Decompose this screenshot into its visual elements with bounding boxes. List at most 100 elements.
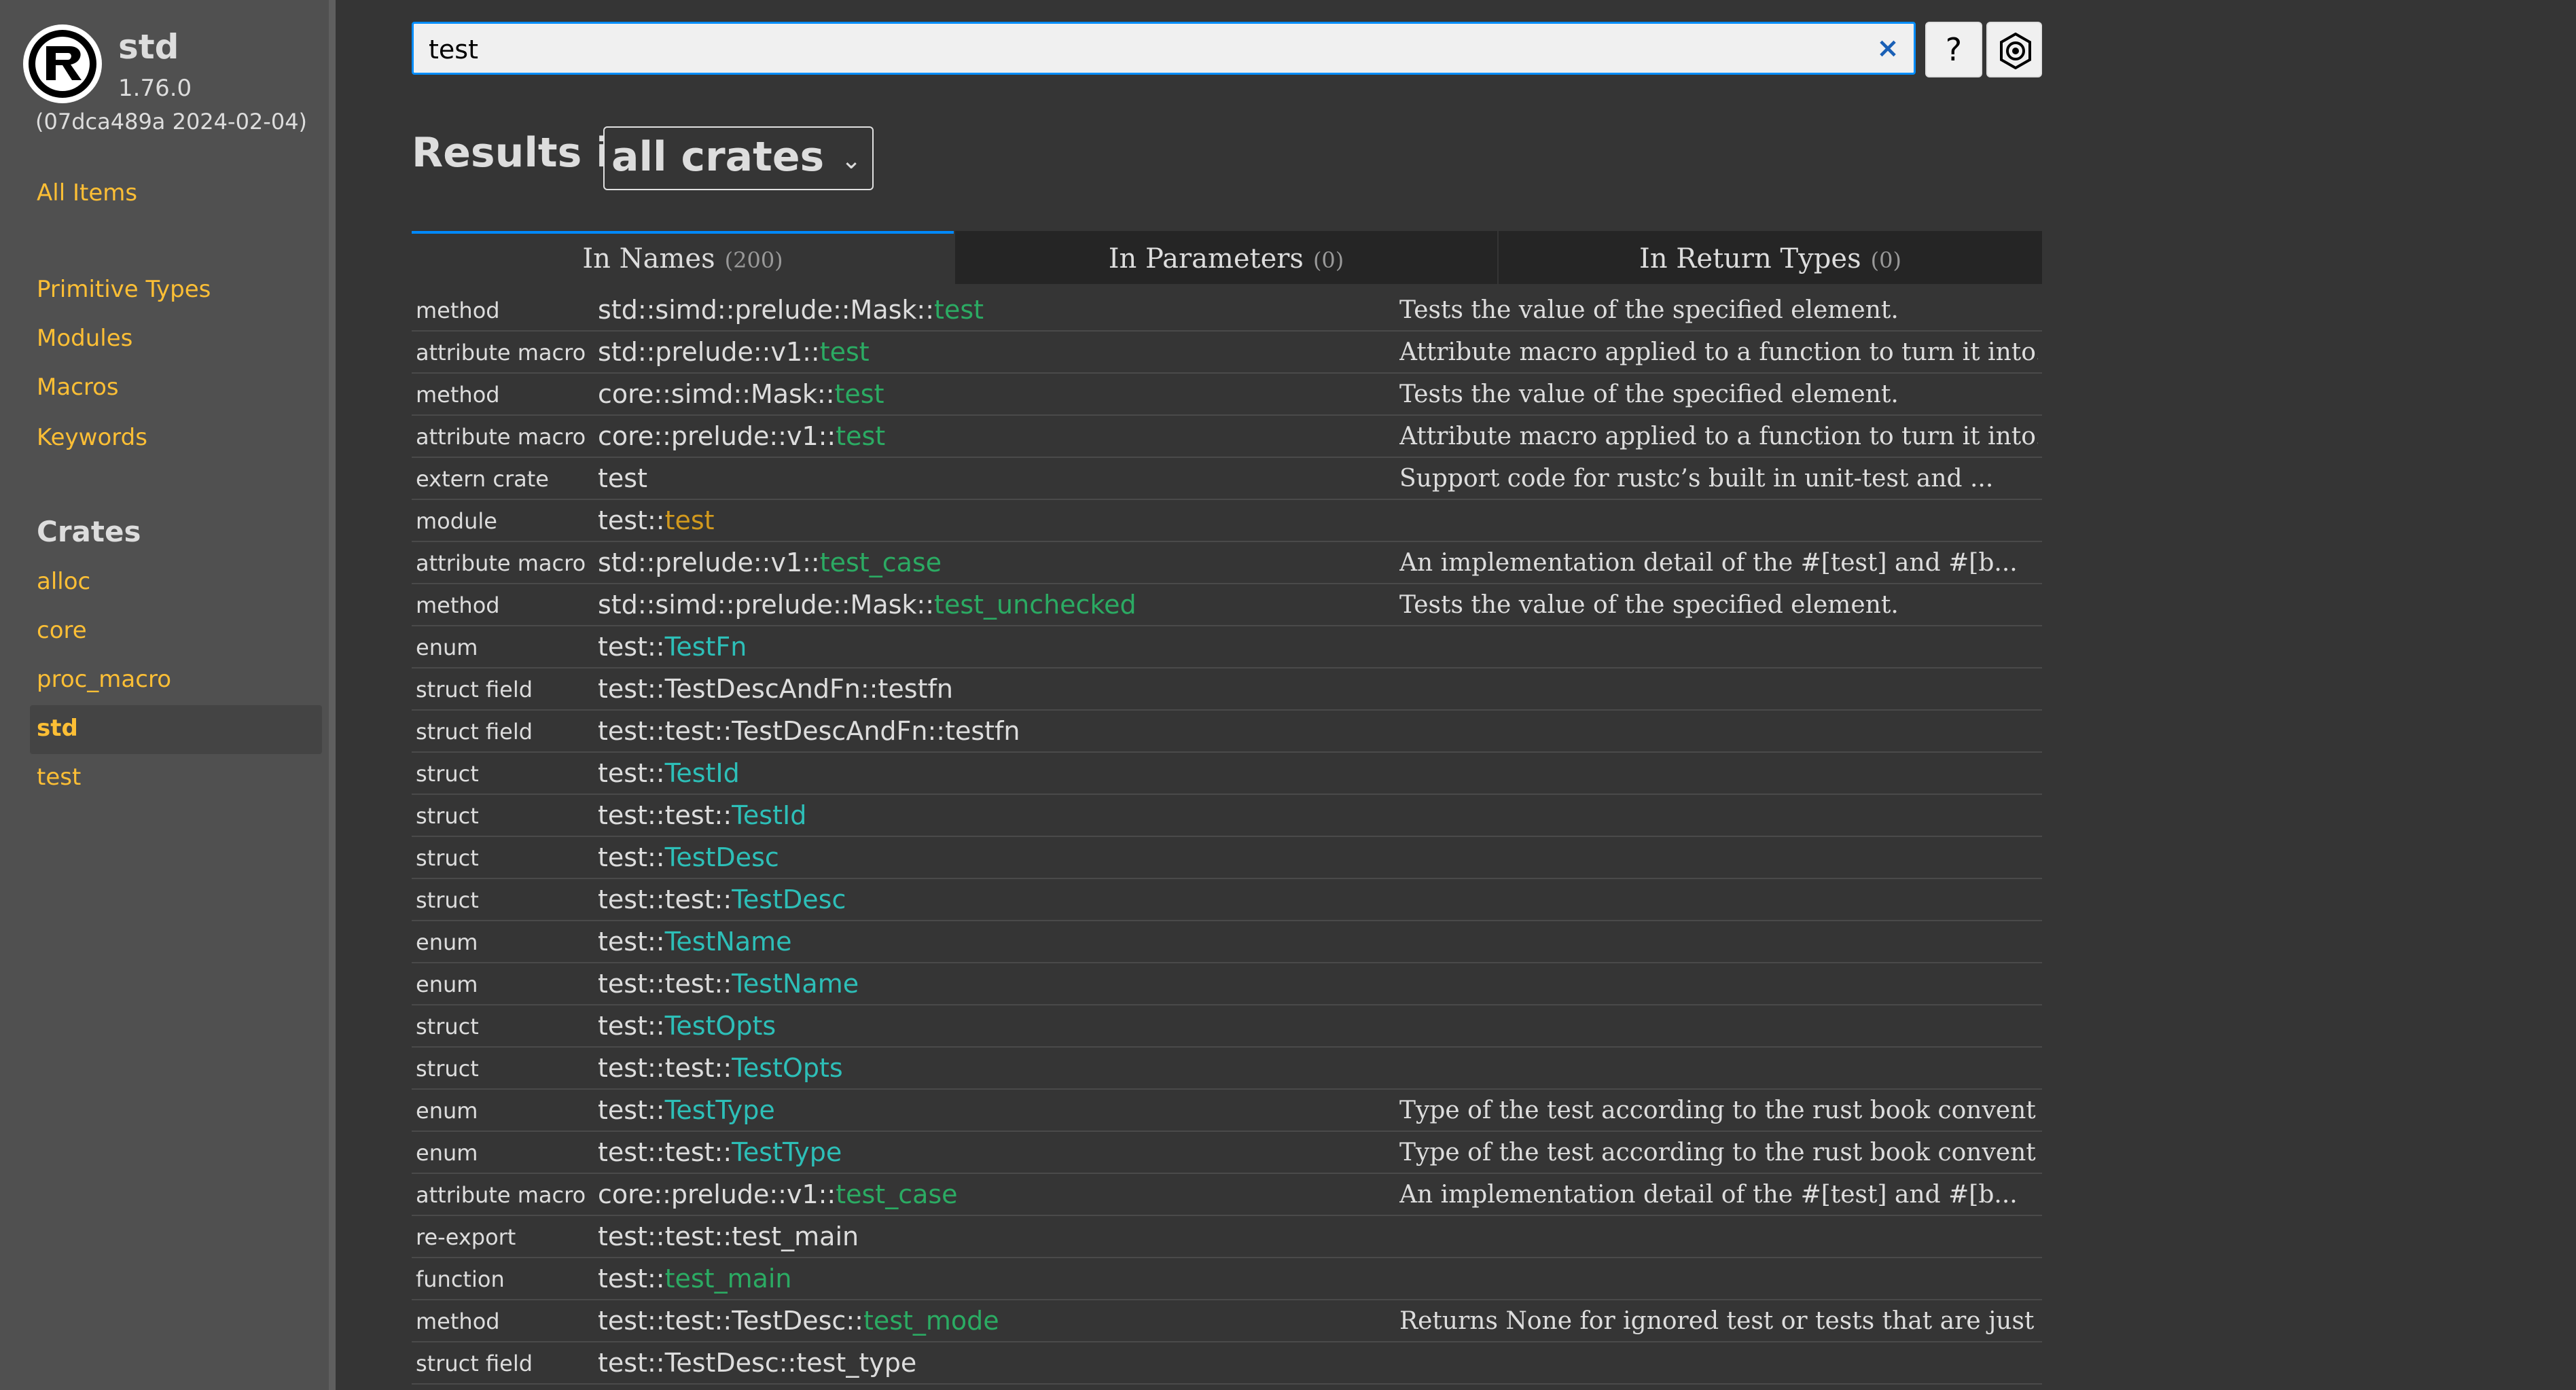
search-input[interactable] bbox=[427, 32, 1857, 67]
result-kind: struct field bbox=[416, 677, 533, 702]
search-result-row[interactable]: struct field test::TestDescAndFn::testfn bbox=[412, 669, 2042, 711]
tab-in-return-types[interactable]: In Return Types (0) bbox=[1499, 231, 2042, 284]
result-item-name: test bbox=[819, 337, 870, 367]
all-items-link[interactable]: All Items bbox=[37, 179, 137, 207]
search-result-row[interactable]: struct test::test::TestDesc bbox=[412, 879, 2042, 921]
clear-search-icon[interactable]: × bbox=[1871, 30, 1905, 67]
result-path[interactable]: std::simd::prelude::Mask::test bbox=[598, 295, 984, 325]
search-result-row[interactable]: struct field test::TestDesc::test_type bbox=[412, 1342, 2042, 1385]
tab-in-parameters[interactable]: In Parameters (0) bbox=[955, 231, 1497, 284]
result-path-prefix: test::TestDesc::test_type bbox=[598, 1348, 917, 1378]
crate-link-std[interactable]: std bbox=[37, 715, 78, 742]
search-result-row[interactable]: struct test::test::TestOpts bbox=[412, 1048, 2042, 1090]
crate-link-test[interactable]: test bbox=[37, 764, 81, 791]
result-kind: method bbox=[416, 298, 500, 323]
sidebar-item-keywords[interactable]: Keywords bbox=[37, 424, 147, 451]
search-result-row[interactable]: attribute macro std::prelude::v1::test Att… bbox=[412, 332, 2042, 374]
result-item-name: TestName bbox=[664, 927, 792, 957]
tab-in-names[interactable]: In Names (200) bbox=[412, 231, 954, 284]
search-result-row[interactable]: method std::simd::prelude::Mask::test Test… bbox=[412, 289, 2042, 332]
search-result-row[interactable]: struct test::TestDesc bbox=[412, 837, 2042, 879]
crate-filter-select[interactable]: all crates ⌄ bbox=[603, 126, 874, 190]
search-result-row[interactable]: enum test::TestFn bbox=[412, 626, 2042, 669]
result-path-prefix: test::test:: bbox=[598, 1137, 732, 1167]
result-path[interactable]: test::test::TestOpts bbox=[598, 1053, 843, 1083]
search-result-row[interactable]: enum test::TestName bbox=[412, 921, 2042, 963]
result-path[interactable]: test::TestDesc::test_type bbox=[598, 1348, 916, 1378]
result-path[interactable]: test bbox=[598, 463, 647, 493]
result-path[interactable]: std::prelude::v1::test bbox=[598, 337, 870, 367]
settings-button[interactable] bbox=[1986, 22, 2042, 77]
result-path[interactable]: core::prelude::v1::test bbox=[598, 421, 885, 451]
result-kind: enum bbox=[416, 1140, 478, 1166]
crate-link-proc-macro[interactable]: proc_macro bbox=[37, 666, 171, 693]
result-path[interactable]: test::test::TestId bbox=[598, 800, 806, 830]
result-path[interactable]: test::test::test_main bbox=[598, 1222, 859, 1251]
result-path-prefix: test:: bbox=[598, 632, 665, 662]
search-result-row[interactable]: module test::test bbox=[412, 500, 2042, 542]
crate-filter-value: all crates bbox=[611, 133, 825, 181]
search-result-row[interactable]: function test::test_main bbox=[412, 1258, 2042, 1300]
result-path-prefix: std::prelude::v1:: bbox=[598, 337, 820, 367]
crate-link-std-current[interactable]: std bbox=[30, 705, 322, 754]
result-path[interactable]: test::test::TestType bbox=[598, 1137, 842, 1167]
crates-heading: Crates bbox=[37, 515, 141, 548]
result-path-prefix: test::TestDescAndFn::testfn bbox=[598, 674, 953, 704]
search-results-list: method std::simd::prelude::Mask::test Test… bbox=[412, 289, 2042, 1385]
result-path[interactable]: test::TestType bbox=[598, 1095, 775, 1125]
result-item-name: test_case bbox=[819, 548, 942, 577]
result-description: Type of the test according to the rust b… bbox=[1399, 1139, 2038, 1166]
result-path[interactable]: core::simd::Mask::test bbox=[598, 379, 884, 409]
search-result-row[interactable]: struct test::TestId bbox=[412, 753, 2042, 795]
sidebar-item-primitive-types[interactable]: Primitive Types bbox=[37, 276, 211, 303]
result-path[interactable]: test::test::TestName bbox=[598, 969, 859, 999]
result-kind: enum bbox=[416, 972, 478, 997]
rust-logo-icon[interactable] bbox=[20, 22, 105, 106]
result-path[interactable]: test::TestDesc bbox=[598, 842, 779, 872]
result-path[interactable]: std::prelude::v1::test_case bbox=[598, 548, 942, 577]
result-path[interactable]: test::test::TestDescAndFn::testfn bbox=[598, 716, 1020, 746]
search-result-row[interactable]: method test::test::TestDesc::test_mode Ret… bbox=[412, 1300, 2042, 1342]
crate-name[interactable]: std bbox=[118, 27, 179, 67]
result-path[interactable]: core::prelude::v1::test_case bbox=[598, 1179, 958, 1209]
result-kind: method bbox=[416, 1308, 500, 1334]
result-path[interactable]: test::TestOpts bbox=[598, 1011, 776, 1041]
search-result-row[interactable]: enum test::TestType Type of the test accor… bbox=[412, 1090, 2042, 1132]
search-result-row[interactable]: method std::simd::prelude::Mask::test_unc… bbox=[412, 584, 2042, 626]
crate-link-core[interactable]: core bbox=[37, 617, 87, 644]
search-result-row[interactable]: attribute macro core::prelude::v1::test_c… bbox=[412, 1174, 2042, 1216]
result-item-name: TestType bbox=[664, 1095, 775, 1125]
result-item-name: test bbox=[934, 295, 984, 325]
search-result-row[interactable]: struct test::TestOpts bbox=[412, 1005, 2042, 1048]
result-path[interactable]: test::TestDescAndFn::testfn bbox=[598, 674, 953, 704]
sidebar-item-modules[interactable]: Modules bbox=[37, 325, 132, 352]
search-result-row[interactable]: attribute macro std::prelude::v1::test_ca… bbox=[412, 542, 2042, 584]
help-button[interactable]: ? bbox=[1925, 22, 1982, 77]
result-path[interactable]: test::test::TestDesc bbox=[598, 885, 846, 914]
search-result-row[interactable]: re-export test::test::test_main bbox=[412, 1216, 2042, 1258]
result-description: Tests the value of the specified element… bbox=[1399, 296, 1899, 324]
result-path[interactable]: test::test_main bbox=[598, 1264, 792, 1294]
result-path[interactable]: test::test::TestDesc::test_mode bbox=[598, 1306, 999, 1336]
result-description: Type of the test according to the rust b… bbox=[1399, 1097, 2038, 1124]
result-path[interactable]: test::TestName bbox=[598, 927, 792, 957]
result-path[interactable]: test::test bbox=[598, 505, 715, 535]
sidebar-item-macros[interactable]: Macros bbox=[37, 374, 119, 401]
sidebar-resizer[interactable] bbox=[329, 0, 336, 1390]
crate-link-alloc[interactable]: alloc bbox=[37, 568, 90, 595]
search-box[interactable] bbox=[412, 22, 1916, 75]
search-result-row[interactable]: enum test::test::TestType Type of the test… bbox=[412, 1132, 2042, 1174]
result-path[interactable]: test::TestFn bbox=[598, 632, 747, 662]
result-path[interactable]: std::simd::prelude::Mask::test_unchecked bbox=[598, 590, 1137, 620]
search-result-row[interactable]: struct test::test::TestId bbox=[412, 795, 2042, 837]
chevron-down-icon: ⌄ bbox=[841, 147, 862, 175]
search-result-row[interactable]: struct field test::test::TestDescAndFn::t… bbox=[412, 711, 2042, 753]
result-description: Attribute macro applied to a function to… bbox=[1399, 423, 2038, 450]
result-path[interactable]: test::TestId bbox=[598, 758, 740, 788]
search-result-row[interactable]: attribute macro core::prelude::v1::test At… bbox=[412, 416, 2042, 458]
search-result-row[interactable]: enum test::test::TestName bbox=[412, 963, 2042, 1005]
result-item-name: test_unchecked bbox=[934, 590, 1137, 620]
result-path-prefix: test bbox=[598, 463, 647, 493]
search-result-row[interactable]: extern crate test Support code for rustc’s… bbox=[412, 458, 2042, 500]
search-result-row[interactable]: method core::simd::Mask::test Tests the va… bbox=[412, 374, 2042, 416]
